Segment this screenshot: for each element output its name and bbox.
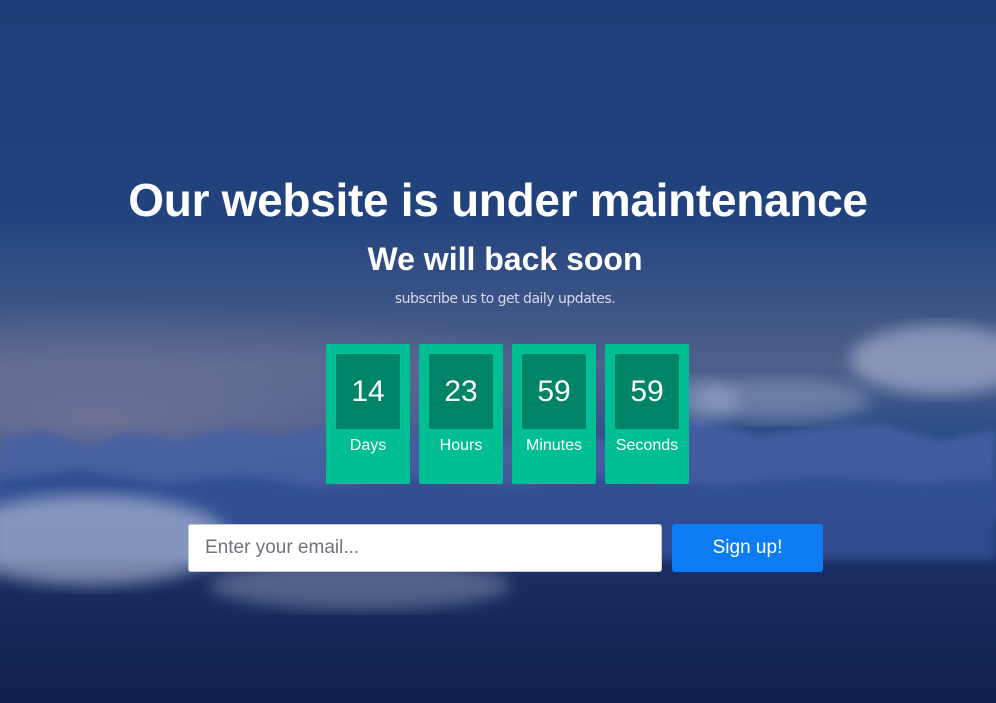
email-input[interactable] xyxy=(188,524,662,572)
countdown-hours: 23 Hours xyxy=(419,344,503,484)
countdown-minutes-label: Minutes xyxy=(525,437,583,454)
signup-button[interactable]: Sign up! xyxy=(672,524,823,572)
countdown-seconds-label: Seconds xyxy=(615,437,679,454)
countdown-days: 14 Days xyxy=(326,344,410,484)
countdown-days-value: 14 xyxy=(336,354,400,429)
subscribe-tagline: subscribe us to get daily updates. xyxy=(394,291,616,307)
countdown-hours-label: Hours xyxy=(439,437,483,454)
maintenance-page: Our website is under maintenance We will… xyxy=(0,0,996,703)
signup-form: Sign up! xyxy=(188,524,824,572)
countdown-days-label: Days xyxy=(349,437,387,454)
countdown-seconds: 59 Seconds xyxy=(605,344,689,484)
countdown-hours-value: 23 xyxy=(429,354,493,429)
countdown-seconds-value: 59 xyxy=(615,354,679,429)
countdown-minutes-value: 59 xyxy=(522,354,586,429)
page-title: Our website is under maintenance xyxy=(128,174,868,226)
countdown-minutes: 59 Minutes xyxy=(512,344,596,484)
countdown-timer: 14 Days 23 Hours 59 Minutes 59 Seconds xyxy=(326,344,689,484)
page-subtitle: We will back soon xyxy=(367,241,643,277)
